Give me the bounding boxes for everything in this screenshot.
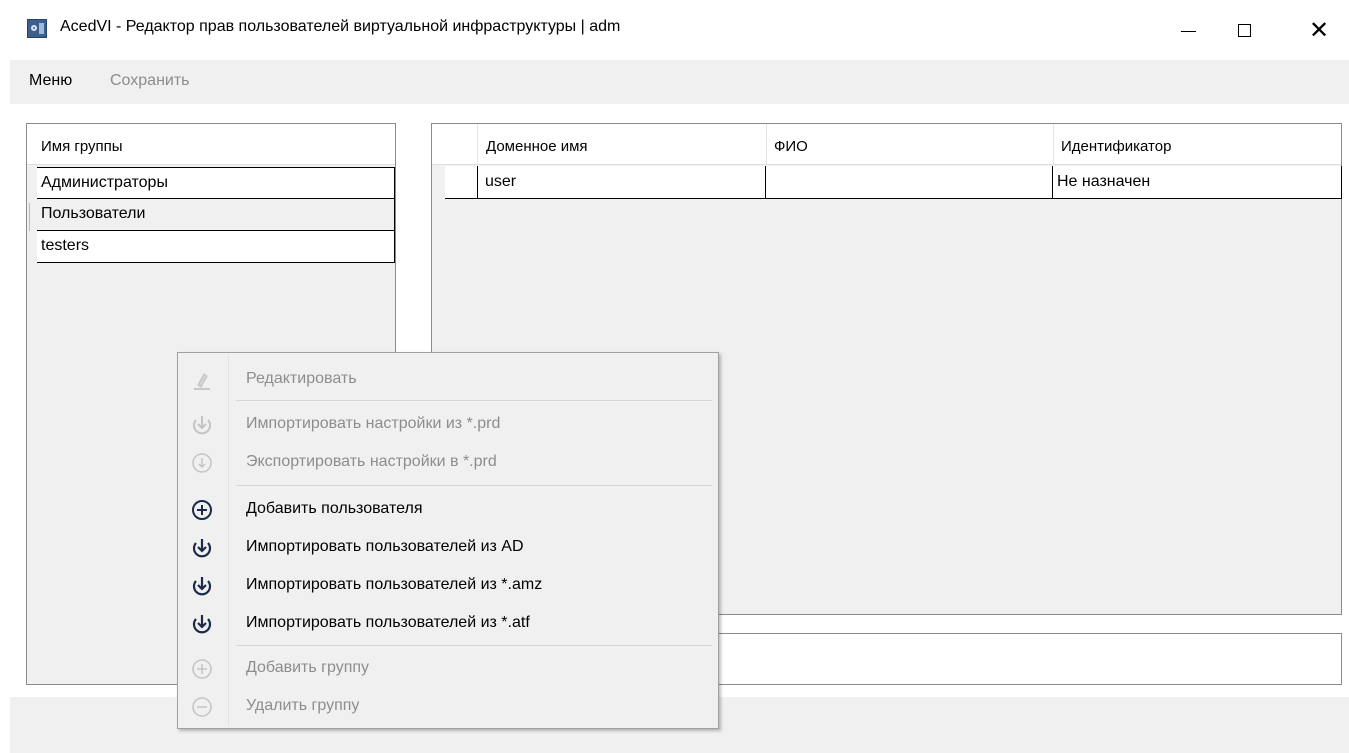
users-table-header: Доменное имя ФИО Идентификатор	[432, 124, 1341, 165]
menu-item-import-users-atf[interactable]: Импортировать пользователей из *.atf	[180, 606, 716, 642]
remove-circle-icon	[192, 697, 212, 717]
menu-item-import-users-ad[interactable]: Импортировать пользователей из AD	[180, 530, 716, 566]
selected-row-indicator	[29, 203, 30, 231]
cell-separator	[765, 166, 766, 198]
add-circle-icon	[192, 500, 212, 520]
menu-item-import-users-amz[interactable]: Импортировать пользователей из *.amz	[180, 568, 716, 604]
column-header-identifier[interactable]: Идентификатор	[1061, 138, 1171, 155]
close-icon: ✕	[1308, 16, 1330, 44]
maximize-icon	[1237, 23, 1251, 37]
group-row-selected[interactable]: Пользователи	[37, 199, 395, 231]
column-header-fio[interactable]: ФИО	[774, 138, 808, 155]
column-separator	[766, 124, 767, 164]
import-icon	[193, 416, 211, 435]
menu-item-delete-group[interactable]: Удалить группу	[180, 689, 716, 725]
column-header-domain-name[interactable]: Доменное имя	[486, 138, 588, 155]
menu-item-export-settings[interactable]: Экспортировать настройки в *.prd	[180, 445, 716, 481]
column-separator	[1053, 124, 1054, 164]
column-separator	[477, 124, 478, 164]
title-bar: AcedVI - Редактор прав пользователей вир…	[0, 0, 1349, 60]
menu-separator	[236, 400, 712, 401]
import-icon	[192, 577, 212, 596]
menu-separator	[236, 645, 712, 646]
menu-item-import-settings[interactable]: Импортировать настройки из *.prd	[180, 407, 716, 443]
menu-save[interactable]: Сохранить	[110, 72, 190, 90]
cell-separator	[477, 166, 478, 198]
menu-item-edit[interactable]: Редактировать	[180, 362, 716, 398]
minimize-icon	[1180, 31, 1196, 32]
groups-header-label: Имя группы	[41, 138, 123, 155]
group-row[interactable]: Администраторы	[37, 167, 395, 199]
menu-separator	[236, 485, 712, 486]
group-row[interactable]: testers	[37, 231, 395, 263]
minimize-button[interactable]	[1165, 0, 1211, 60]
pencil-icon	[194, 373, 210, 390]
menu-item-add-group[interactable]: Добавить группу	[180, 651, 716, 687]
cell-identifier[interactable]: Не назначен	[1057, 166, 1150, 198]
app-icon	[27, 19, 47, 38]
export-icon	[192, 453, 212, 473]
maximize-button[interactable]	[1221, 0, 1267, 60]
import-icon	[192, 615, 212, 634]
context-menu: Редактировать Импортировать настройки из…	[177, 352, 719, 729]
cell-separator	[1052, 166, 1053, 198]
table-row[interactable]: user Не назначен	[445, 166, 1342, 199]
menu-main[interactable]: Меню	[29, 72, 72, 90]
close-button[interactable]: ✕	[1296, 0, 1342, 60]
menu-bar: Меню Сохранить	[10, 60, 1349, 104]
menu-item-add-user[interactable]: Добавить пользователя	[180, 492, 716, 528]
groups-column-header[interactable]: Имя группы	[27, 124, 395, 165]
add-circle-icon	[192, 659, 212, 679]
cell-domain-name[interactable]: user	[485, 166, 516, 198]
import-icon	[192, 539, 212, 558]
window-title: AcedVI - Редактор прав пользователей вир…	[60, 18, 621, 35]
